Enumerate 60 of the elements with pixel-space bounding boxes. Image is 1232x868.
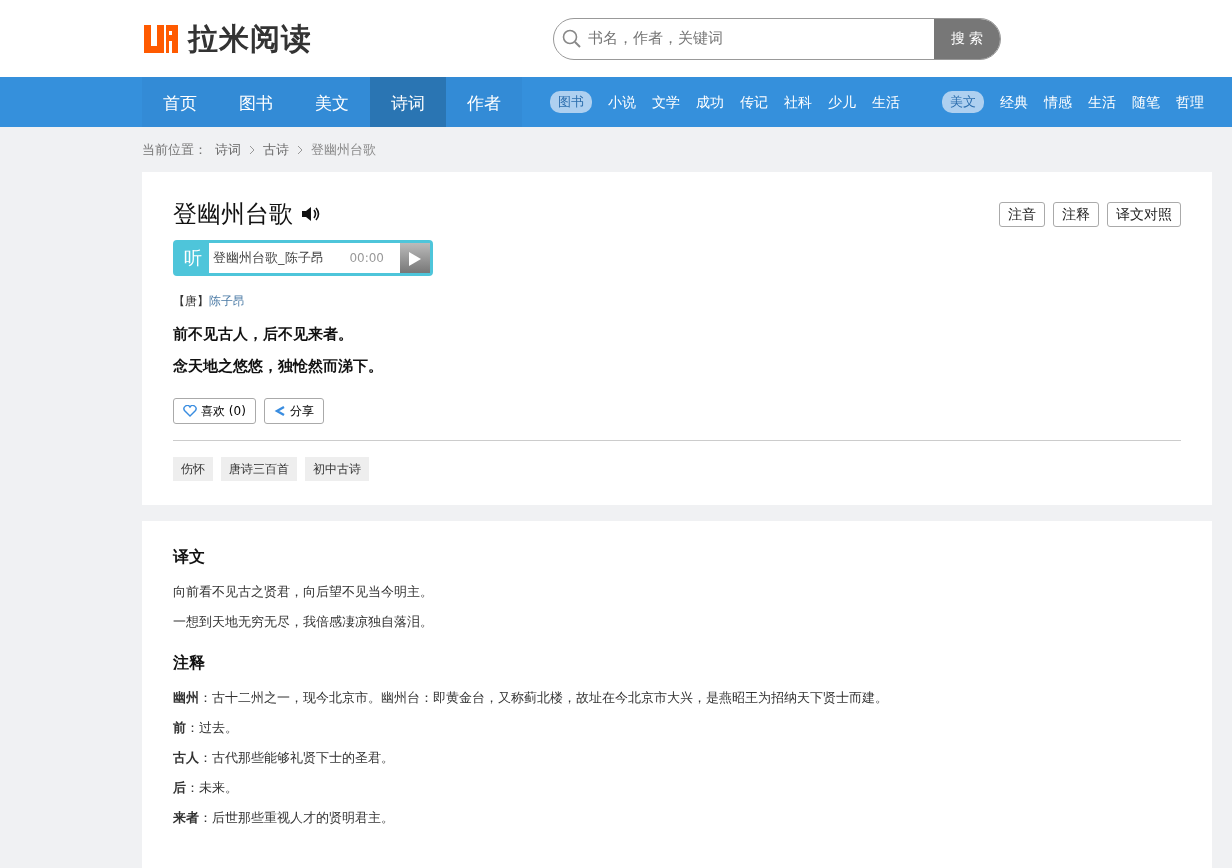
chevron-icon: [249, 144, 255, 155]
breadcrumb-link[interactable]: 登幽州台歌: [311, 139, 376, 160]
audio-player[interactable]: 听 登幽州台歌_陈子昂 00:00: [173, 240, 433, 276]
category-link[interactable]: 社科: [784, 91, 812, 113]
dynasty-label: 【唐】: [173, 294, 209, 308]
play-icon: [409, 251, 421, 266]
logo-icon: [142, 22, 180, 55]
search-icon: [562, 28, 582, 49]
share-icon: [273, 405, 286, 417]
nav-tab[interactable]: 图书: [218, 77, 294, 127]
toggle-button[interactable]: 注释: [1053, 201, 1099, 227]
author-link[interactable]: 陈子昂: [209, 294, 245, 308]
tag-link[interactable]: 初中古诗: [305, 457, 369, 481]
nav-tab[interactable]: 诗词: [370, 77, 446, 127]
nav-tab[interactable]: 作者: [446, 77, 522, 127]
toggle-button[interactable]: 译文对照: [1107, 201, 1181, 227]
like-button[interactable]: 喜欢 (0): [173, 398, 256, 424]
paragraph: 古人：古代那些能够礼贤下士的圣君。: [173, 749, 395, 767]
breadcrumb-link[interactable]: 古诗: [263, 139, 289, 160]
category-tag: 图书: [550, 91, 592, 113]
poem-line: 前不见古人，后不见来者。: [173, 324, 354, 345]
nav-tab[interactable]: 美文: [294, 77, 370, 127]
paragraph: 前：过去。: [173, 719, 239, 737]
category-link[interactable]: 生活: [1088, 91, 1116, 113]
breadcrumb-link[interactable]: 诗词: [215, 139, 241, 160]
track-time: 00:00: [349, 250, 385, 267]
breadcrumb-label: 当前位置：: [142, 140, 207, 159]
category-link[interactable]: 情感: [1044, 91, 1072, 113]
category-link[interactable]: 随笔: [1132, 91, 1160, 113]
share-button[interactable]: 分享: [263, 398, 324, 424]
toggle-button[interactable]: 注音: [999, 201, 1045, 227]
category-link[interactable]: 文学: [652, 91, 680, 113]
category-link[interactable]: 哲理: [1176, 91, 1204, 113]
category-link[interactable]: 生活: [872, 91, 900, 113]
paragraph: 一想到天地无穷无尽，我倍感凄凉独自落泪。: [173, 613, 434, 631]
tag-link[interactable]: 唐诗三百首: [221, 457, 297, 481]
category-link[interactable]: 小说: [608, 91, 636, 113]
paragraph: 幽州：古十二州之一，现今北京市。幽州台：即黄金台，又称蓟北楼，故址在今北京市大兴，是燕昭王为招纳天下贤士而建。: [173, 689, 889, 707]
poem-line: 念天地之悠悠，独怆然而涕下。: [173, 356, 384, 377]
category-link[interactable]: 经典: [1000, 91, 1028, 113]
listen-label: 听: [176, 243, 209, 273]
chevron-icon: [297, 144, 303, 155]
category-link[interactable]: 少儿: [828, 91, 856, 113]
category-link[interactable]: 成功: [696, 91, 724, 113]
paragraph: 向前看不见古之贤君，向后望不见当今明主。: [173, 583, 434, 601]
speaker-icon[interactable]: [301, 205, 321, 223]
play-button[interactable]: [400, 243, 430, 273]
poem-title: 登幽州台歌: [173, 199, 293, 230]
section-heading: 注释: [173, 652, 206, 674]
section-heading: 译文: [173, 546, 206, 568]
tag-link[interactable]: 伤怀: [173, 457, 213, 481]
paragraph: 来者：后世那些重视人才的贤明君主。: [173, 809, 395, 827]
category-link[interactable]: 传记: [740, 91, 768, 113]
heart-icon: [183, 405, 197, 417]
site-logo[interactable]: 拉米阅读: [188, 16, 312, 61]
nav-tab[interactable]: 首页: [142, 77, 218, 127]
paragraph: 后：未来。: [173, 779, 239, 797]
category-tag: 美文: [942, 91, 984, 113]
search-button[interactable]: 搜 索: [934, 18, 1000, 59]
track-title: 登幽州台歌_陈子昂: [212, 249, 325, 267]
